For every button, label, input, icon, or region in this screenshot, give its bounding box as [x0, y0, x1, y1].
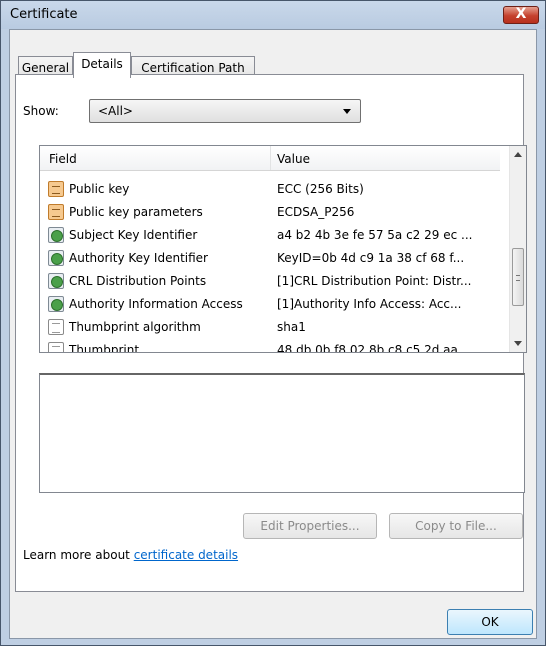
certificate-details-link[interactable]: certificate details [134, 548, 238, 562]
learn-more-text: Learn more about certificate details [23, 548, 238, 562]
list-row[interactable]: Thumbprint 48 db 0b f8 02 8b c8 c5 2d aa… [40, 339, 500, 353]
row-field: Public key [69, 182, 130, 196]
row-value: ECC (256 Bits) [277, 182, 364, 196]
column-divider [270, 146, 271, 170]
extension-icon [48, 227, 64, 243]
row-value: sha1 [277, 320, 306, 334]
list-row[interactable]: CRL Distribution Points [1]CRL Distribut… [40, 270, 500, 293]
title-bar: Certificate X [1, 1, 545, 29]
list-row[interactable]: Public key ECC (256 Bits) [40, 178, 500, 201]
property-icon [48, 319, 64, 335]
copy-to-file-label: Copy to File... [415, 519, 497, 533]
edit-properties-button[interactable]: Edit Properties... [243, 513, 377, 539]
scroll-thumb[interactable] [512, 248, 524, 306]
list-row[interactable]: Authority Key Identifier KeyID=0b 4d c9 … [40, 247, 500, 270]
certificate-dialog: Certificate X General Details Certificat… [0, 0, 546, 646]
list-row[interactable]: Subject Key Identifier a4 b2 4b 3e fe 57… [40, 224, 500, 247]
close-button[interactable]: X [503, 6, 539, 24]
show-dropdown-value: <All> [98, 104, 133, 118]
show-dropdown[interactable]: <All> [89, 99, 361, 123]
extension-icon [48, 296, 64, 312]
extension-icon [48, 250, 64, 266]
column-header-field[interactable]: Field [49, 152, 77, 166]
row-value: KeyID=0b 4d c9 1a 38 cf 68 f... [277, 251, 465, 265]
row-field: Authority Information Access [69, 297, 243, 311]
row-value: a4 b2 4b 3e fe 57 5a c2 29 ec ... [277, 228, 473, 242]
row-value: 48 db 0b f8 02 8b c8 c5 2d aa ... [277, 343, 474, 353]
row-value: [1]Authority Info Access: Acc... [277, 297, 462, 311]
row-field: Thumbprint [69, 343, 140, 353]
tab-general-label: General [21, 61, 70, 75]
row-field: Public key parameters [69, 205, 203, 219]
list-row[interactable]: Authority Information Access [1]Authorit… [40, 293, 500, 316]
row-value: [1]CRL Distribution Point: Distr... [277, 274, 472, 288]
scroll-down-arrow-icon[interactable] [514, 341, 522, 346]
list-row[interactable]: Public key parameters ECDSA_P256 [40, 201, 500, 224]
fields-list[interactable]: Field Value Public key ECC (256 Bits) Pu… [39, 145, 527, 353]
column-header-value[interactable]: Value [277, 152, 310, 166]
close-icon: X [515, 6, 527, 22]
extension-icon [48, 273, 64, 289]
row-field: Subject Key Identifier [69, 228, 198, 242]
vertical-scrollbar[interactable] [509, 146, 526, 352]
list-header: Field Value [40, 146, 500, 171]
edit-properties-label: Edit Properties... [260, 519, 360, 533]
field-detail-textbox[interactable] [39, 373, 525, 493]
show-label: Show: [23, 104, 59, 118]
row-field: CRL Distribution Points [69, 274, 207, 288]
ok-label: OK [481, 615, 499, 629]
learn-more-prefix: Learn more about [23, 548, 134, 562]
list-row[interactable]: Thumbprint algorithm sha1 [40, 316, 500, 339]
property-icon [48, 342, 64, 352]
copy-to-file-button[interactable]: Copy to File... [389, 513, 523, 539]
row-value: ECDSA_P256 [277, 205, 355, 219]
window-title: Certificate [10, 7, 78, 22]
key-property-icon [48, 204, 64, 220]
row-field: Authority Key Identifier [69, 251, 208, 265]
tab-details-label: Details [81, 57, 123, 71]
tab-certification-path-label: Certification Path [141, 61, 245, 75]
tab-details[interactable]: Details [73, 52, 131, 78]
row-field: Thumbprint algorithm [69, 320, 201, 334]
chevron-down-icon [343, 109, 351, 114]
key-property-icon [48, 181, 64, 197]
ok-button[interactable]: OK [447, 609, 533, 635]
scroll-up-arrow-icon[interactable] [514, 152, 522, 157]
